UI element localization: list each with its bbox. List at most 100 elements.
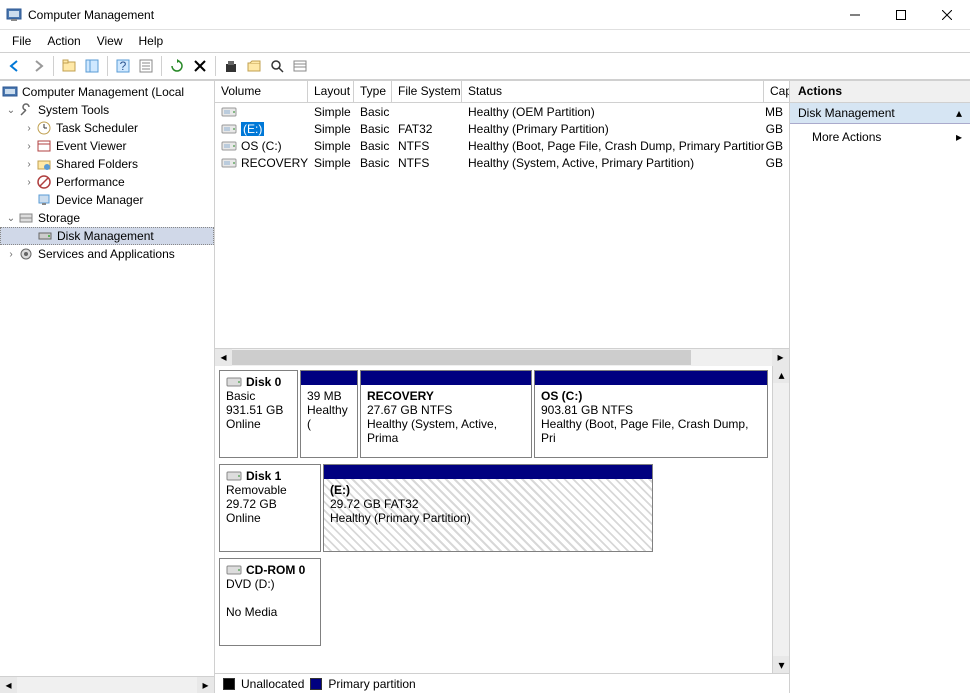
volume-layout: Simple bbox=[308, 139, 354, 153]
properties-button[interactable] bbox=[135, 55, 157, 77]
tree-performance[interactable]: › Performance bbox=[0, 173, 214, 191]
scroll-down-icon[interactable]: ▾ bbox=[773, 656, 789, 673]
volume-capacity: 29.71 GB bbox=[764, 122, 789, 136]
collapse-icon[interactable]: ⌄ bbox=[4, 103, 18, 117]
device-icon bbox=[36, 192, 52, 208]
show-hide-tree-button[interactable] bbox=[81, 55, 103, 77]
partition-size: 39 MB bbox=[307, 389, 351, 403]
tree-device-manager[interactable]: Device Manager bbox=[0, 191, 214, 209]
partition-bar bbox=[301, 371, 357, 385]
disk-partition[interactable]: 39 MBHealthy ( bbox=[300, 370, 358, 458]
disk-partition[interactable]: (E:)29.72 GB FAT32Healthy (Primary Parti… bbox=[323, 464, 653, 552]
volume-type: Basic bbox=[354, 156, 392, 170]
volume-fs: FAT32 bbox=[392, 122, 462, 136]
disk-partition[interactable]: RECOVERY27.67 GB NTFSHealthy (System, Ac… bbox=[360, 370, 532, 458]
tree-disk-management[interactable]: Disk Management bbox=[0, 227, 214, 245]
find-button[interactable] bbox=[266, 55, 288, 77]
volume-row[interactable]: OS (C:)SimpleBasicNTFSHealthy (Boot, Pag… bbox=[215, 137, 789, 154]
disk-info[interactable]: Disk 1Removable29.72 GBOnline bbox=[219, 464, 321, 552]
disk-partition[interactable]: OS (C:)903.81 GB NTFSHealthy (Boot, Page… bbox=[534, 370, 768, 458]
up-button[interactable] bbox=[58, 55, 80, 77]
disk-title: Disk 0 bbox=[226, 375, 291, 389]
expand-icon[interactable]: › bbox=[22, 175, 36, 189]
collapse-icon[interactable]: ⌄ bbox=[4, 211, 18, 225]
disk-info[interactable]: Disk 0Basic931.51 GBOnline bbox=[219, 370, 298, 458]
partition-body: (E:)29.72 GB FAT32Healthy (Primary Parti… bbox=[324, 479, 652, 551]
expand-icon[interactable]: › bbox=[22, 121, 36, 135]
disk-row: Disk 1Removable29.72 GBOnline(E:)29.72 G… bbox=[219, 464, 768, 552]
volume-row[interactable]: RECOVERYSimpleBasicNTFSHealthy (System, … bbox=[215, 154, 789, 171]
actions-section[interactable]: Disk Management ▴ bbox=[790, 103, 970, 124]
col-volume[interactable]: Volume bbox=[215, 81, 308, 102]
back-button[interactable] bbox=[4, 55, 26, 77]
menu-view[interactable]: View bbox=[89, 32, 131, 50]
tree-hscroll[interactable]: ◂ ▸ bbox=[0, 676, 214, 693]
open-button[interactable] bbox=[243, 55, 265, 77]
tree-shared-folders[interactable]: › Shared Folders bbox=[0, 155, 214, 173]
col-type[interactable]: Type bbox=[354, 81, 392, 102]
settings-button[interactable] bbox=[220, 55, 242, 77]
volume-hscroll[interactable]: ◂ ▸ bbox=[215, 348, 789, 365]
legend: Unallocated Primary partition bbox=[215, 673, 789, 693]
forward-button[interactable] bbox=[27, 55, 49, 77]
disk-info[interactable]: CD-ROM 0DVD (D:)No Media bbox=[219, 558, 321, 646]
menu-action[interactable]: Action bbox=[39, 32, 88, 50]
tree-event-viewer[interactable]: › Event Viewer bbox=[0, 137, 214, 155]
volume-layout: Simple bbox=[308, 156, 354, 170]
disk-map-body[interactable]: Disk 0Basic931.51 GBOnline39 MBHealthy (… bbox=[215, 366, 772, 673]
maximize-button[interactable] bbox=[878, 0, 924, 30]
scroll-up-icon[interactable]: ▴ bbox=[773, 366, 789, 383]
scroll-left-icon[interactable]: ◂ bbox=[215, 349, 232, 366]
tree-system-tools[interactable]: ⌄ System Tools bbox=[0, 101, 214, 119]
col-capacity[interactable]: Capacit bbox=[764, 81, 789, 102]
tree-label: Event Viewer bbox=[56, 139, 126, 153]
minimize-button[interactable] bbox=[832, 0, 878, 30]
close-button[interactable] bbox=[924, 0, 970, 30]
disk-icon bbox=[226, 564, 242, 576]
help-button[interactable]: ? bbox=[112, 55, 134, 77]
tree-storage[interactable]: ⌄ Storage bbox=[0, 209, 214, 227]
chevron-right-icon: ▸ bbox=[956, 130, 962, 144]
refresh-button[interactable] bbox=[166, 55, 188, 77]
menu-file[interactable]: File bbox=[4, 32, 39, 50]
app-icon bbox=[6, 7, 22, 23]
tree-task-scheduler[interactable]: › Task Scheduler bbox=[0, 119, 214, 137]
services-icon bbox=[18, 246, 34, 262]
disk-type: Basic bbox=[226, 389, 291, 403]
volume-rows[interactable]: SimpleBasicHealthy (OEM Partition)39 MB(… bbox=[215, 103, 789, 348]
disk-icon bbox=[37, 228, 53, 244]
scroll-right-icon[interactable]: ▸ bbox=[197, 677, 214, 693]
expand-icon[interactable]: › bbox=[4, 247, 18, 261]
tree-root[interactable]: Computer Management (Local bbox=[0, 83, 214, 101]
volume-row[interactable]: (E:)SimpleBasicFAT32Healthy (Primary Par… bbox=[215, 120, 789, 137]
scroll-track[interactable] bbox=[232, 349, 772, 366]
list-button[interactable] bbox=[289, 55, 311, 77]
disk-state: No Media bbox=[226, 605, 314, 619]
volume-row[interactable]: SimpleBasicHealthy (OEM Partition)39 MB bbox=[215, 103, 789, 120]
volume-status: Healthy (OEM Partition) bbox=[462, 105, 764, 119]
partition-size: 903.81 GB NTFS bbox=[541, 403, 761, 417]
col-status[interactable]: Status bbox=[462, 81, 764, 102]
delete-button[interactable] bbox=[189, 55, 211, 77]
tree-label: Services and Applications bbox=[38, 247, 175, 261]
col-fs[interactable]: File System bbox=[392, 81, 462, 102]
expand-icon[interactable]: › bbox=[22, 139, 36, 153]
menu-help[interactable]: Help bbox=[131, 32, 172, 50]
scroll-left-icon[interactable]: ◂ bbox=[0, 677, 17, 693]
toolbar-separator bbox=[161, 56, 162, 76]
tree-pane: Computer Management (Local ⌄ System Tool… bbox=[0, 81, 215, 693]
expand-icon[interactable]: › bbox=[22, 157, 36, 171]
partition-status: Healthy (System, Active, Prima bbox=[367, 417, 525, 445]
scroll-right-icon[interactable]: ▸ bbox=[772, 349, 789, 366]
col-layout[interactable]: Layout bbox=[308, 81, 354, 102]
scroll-thumb[interactable] bbox=[232, 350, 691, 365]
tree-content[interactable]: Computer Management (Local ⌄ System Tool… bbox=[0, 81, 214, 676]
tree-label: System Tools bbox=[38, 103, 109, 117]
partition-body: OS (C:)903.81 GB NTFSHealthy (Boot, Page… bbox=[535, 385, 767, 457]
volume-status: Healthy (Primary Partition) bbox=[462, 122, 764, 136]
disk-vscroll[interactable]: ▴ ▾ bbox=[772, 366, 789, 673]
computer-icon bbox=[2, 84, 18, 100]
tree-services[interactable]: › Services and Applications bbox=[0, 245, 214, 263]
actions-more[interactable]: More Actions ▸ bbox=[790, 124, 970, 150]
legend-label: Primary partition bbox=[328, 677, 415, 691]
